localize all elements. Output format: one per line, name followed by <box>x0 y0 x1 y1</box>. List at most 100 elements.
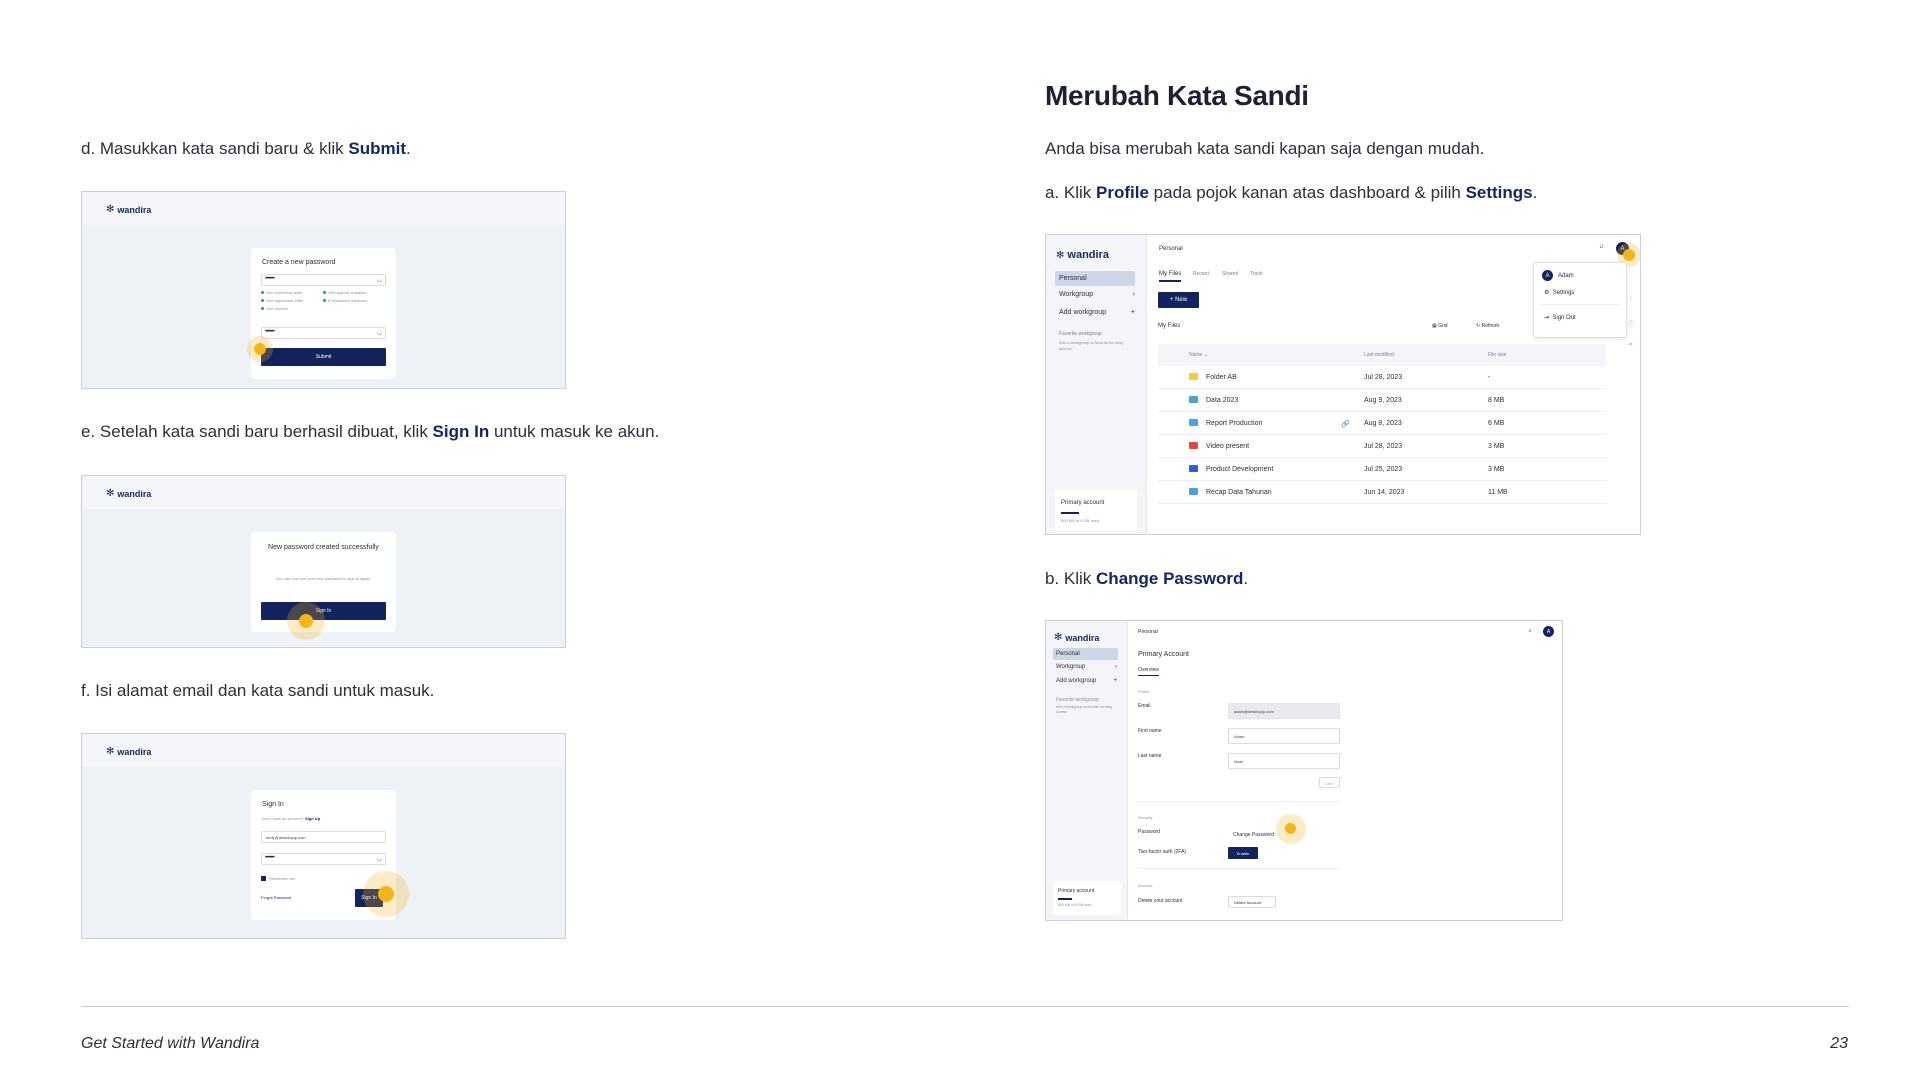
submit-button[interactable]: Submit <box>261 348 386 366</box>
cell-date: Jun 14, 2023 <box>1364 489 1405 496</box>
first-name-field[interactable]: Adam <box>1228 728 1340 744</box>
favorite-workgroup-title: Favorite workgroup <box>1059 331 1102 337</box>
tab-my-files[interactable]: My Files <box>1159 271 1182 282</box>
sign-up-link[interactable]: Sign Up <box>305 816 320 821</box>
account-section-label: Account <box>1138 883 1153 888</box>
wandira-logo: ✻ wandira <box>1056 249 1109 261</box>
two-factor-label: Two-factor auth (2FA) <box>1138 849 1187 855</box>
sidebar-item-add-workgroup[interactable]: Add workgroup + <box>1056 678 1117 684</box>
primary-account-card[interactable]: Primary account 600 MB of 5 GB used <box>1055 490 1137 530</box>
cell-date: Aug 8, 2023 <box>1364 420 1402 427</box>
grid-button[interactable]: ▦ Grid <box>1432 323 1448 329</box>
file-icon <box>1189 396 1198 403</box>
cell-size: 3 MB <box>1488 466 1505 473</box>
eye-icon[interactable]: ◡ <box>377 276 382 283</box>
tab-trash[interactable]: Trash <box>1250 271 1263 277</box>
last-name-field[interactable]: Noah <box>1228 753 1340 769</box>
screenshot-password-created: ✻ wandira New password created successful… <box>81 475 566 648</box>
table-row[interactable]: Data 2023 Aug 9, 2023 8 MB <box>1158 389 1606 412</box>
sidebar-item-personal[interactable]: Personal <box>1053 648 1118 660</box>
cell-date: Jul 28, 2023 <box>1364 374 1403 381</box>
wandira-logo: ✻ wandira <box>1054 632 1100 643</box>
breadcrumb: Personal <box>1159 246 1183 252</box>
password-field[interactable]: •••••••• ◡ <box>261 853 386 865</box>
table-row[interactable]: Video present Jul 28, 2023 3 MB <box>1158 435 1606 458</box>
folder-icon <box>1189 373 1198 380</box>
grid-icon: ▦ <box>1432 323 1437 329</box>
menu-user[interactable]: A Adam <box>1542 270 1574 281</box>
favorite-hint: Add a workgroup to favorite for easy acc… <box>1059 340 1124 351</box>
column-name[interactable]: Name ⌄ <box>1189 352 1208 358</box>
tab-overview[interactable]: Overview <box>1138 667 1159 676</box>
profile-avatar[interactable]: A <box>1543 626 1554 637</box>
sidebar-item-personal[interactable]: Personal <box>1055 271 1135 286</box>
step-d-text: d. Masukkan kata sandi baru & klik Submi… <box>81 139 411 158</box>
bell-icon[interactable]: ♫ <box>1528 628 1532 634</box>
new-button[interactable]: + New <box>1158 292 1199 308</box>
table-row[interactable]: Recap Data Tahunan Jun 14, 2023 11 MB <box>1158 481 1606 504</box>
new-password-field[interactable]: •••••••• ◡ <box>261 274 386 286</box>
email-field[interactable]: andy@dwantopip.com <box>261 831 386 843</box>
cell-name: Report Production <box>1206 420 1263 427</box>
column-file-size[interactable]: File size <box>1488 352 1506 358</box>
cell-name: Video present <box>1206 443 1250 450</box>
sign-in-title: Sign In <box>262 801 284 808</box>
file-icon <box>1189 488 1198 495</box>
cell-size: 3 MB <box>1488 443 1505 450</box>
cell-date: Jul 28, 2023 <box>1364 443 1403 450</box>
sidebar-item-workgroup[interactable]: Workgroup › <box>1056 664 1117 670</box>
sidebar-item-workgroup[interactable]: Workgroup › <box>1059 291 1135 298</box>
tab-recent[interactable]: Recent <box>1193 271 1209 277</box>
table-row[interactable]: Product Development Jul 25, 2023 3 MB <box>1158 458 1606 481</box>
primary-account-card[interactable]: Primary account 600 MB of 5 GB used <box>1053 881 1121 915</box>
step-e-text: e. Setelah kata sandi baru berhasil dibu… <box>81 422 660 441</box>
sidebar: ✻ wandira Personal Workgroup › Add workgro… <box>1046 235 1147 534</box>
menu-item-settings[interactable]: ⚙ Settings <box>1544 289 1574 296</box>
sidebar-item-add-workgroup[interactable]: Add workgroup + <box>1059 309 1135 316</box>
change-password-button[interactable]: Change Password <box>1233 832 1274 838</box>
enable-2fa-button[interactable]: Enable <box>1228 847 1258 859</box>
confirm-password-field[interactable]: •••••••• ◡ <box>261 327 386 339</box>
share-icon[interactable]: ⋖ <box>1628 341 1633 348</box>
eye-icon[interactable]: ◡ <box>377 329 382 336</box>
refresh-button[interactable]: ↻ Refresh <box>1476 323 1499 329</box>
cell-name: Product Development <box>1206 466 1274 473</box>
cell-size: 6 MB <box>1488 420 1505 427</box>
delete-account-button[interactable]: Delete Account <box>1228 896 1276 908</box>
screenshot-create-password: ✻ wandira Create a new password •••••••• … <box>81 191 566 389</box>
sign-out-icon: ⇥ <box>1544 315 1550 321</box>
remember-me[interactable]: Remember me <box>261 876 295 882</box>
tab-shared[interactable]: Shared <box>1222 271 1238 277</box>
ellipsis-icon[interactable]: ⋮ <box>1628 296 1634 303</box>
click-indicator <box>1623 249 1635 261</box>
no-account-text: Don't have an account? Sign Up <box>262 816 321 821</box>
success-title: New password created successfully <box>268 544 379 551</box>
wandira-logo: ✻ wandira <box>106 746 152 757</box>
screenshot-account-settings: ✻ wandira Personal Workgroup › Add workgro… <box>1045 620 1563 921</box>
eye-icon[interactable]: ◡ <box>377 855 382 862</box>
password-label: Password <box>1138 829 1160 835</box>
breadcrumb: Personal <box>1138 629 1158 635</box>
forgot-password-link[interactable]: Forgot Password <box>261 895 291 900</box>
file-icon <box>1189 465 1198 472</box>
click-indicator <box>254 343 266 355</box>
click-indicator <box>299 614 313 628</box>
cell-name: Recap Data Tahunan <box>1206 489 1272 496</box>
click-indicator <box>378 886 394 902</box>
menu-item-sign-out[interactable]: ⇥ Sign Out <box>1544 314 1576 321</box>
table-row[interactable]: Folder AB Jul 28, 2023 - <box>1158 366 1606 389</box>
save-button[interactable]: Save <box>1319 777 1340 788</box>
info-icon[interactable]: ⓘ <box>1628 319 1634 328</box>
step-a-text: a. Klik Profile pada pojok kanan atas da… <box>1045 183 1538 202</box>
logo-icon: ✻ <box>106 204 115 215</box>
click-indicator <box>1285 823 1296 834</box>
footer-divider <box>81 1006 1849 1007</box>
favorite-workgroup-title: Favorite workgroup <box>1056 697 1099 703</box>
section-heading: Merubah Kata Sandi <box>1045 80 1309 111</box>
cell-name: Data 2023 <box>1206 397 1239 404</box>
profile-section-label: Profile <box>1138 689 1150 694</box>
bell-icon[interactable]: ♫ <box>1599 244 1604 250</box>
column-last-modified[interactable]: Last modified <box>1364 352 1394 358</box>
table-row[interactable]: Report Production Aug 8, 2023 6 MB 🔗 <box>1158 412 1606 435</box>
favorite-hint: Add a workgroup to favorite for easy acc… <box>1056 705 1113 714</box>
